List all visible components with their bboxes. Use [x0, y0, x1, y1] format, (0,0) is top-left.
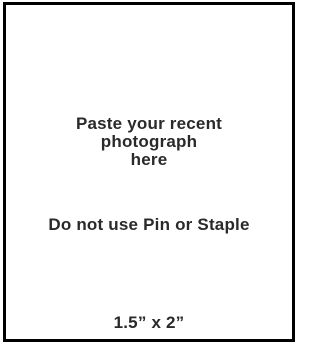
paste-instruction-line-3: here	[130, 150, 168, 169]
pin-staple-warning: Do not use Pin or Staple	[48, 215, 250, 234]
photo-size-label: 1.5” x 2”	[113, 313, 185, 332]
photo-placeholder-box: Paste your recent photograph here Do not…	[3, 2, 295, 342]
paste-instruction-line-2: photograph	[100, 132, 198, 151]
paste-instruction: Paste your recent photograph here	[6, 115, 292, 169]
paste-instruction-line-1: Paste your recent	[75, 114, 223, 133]
